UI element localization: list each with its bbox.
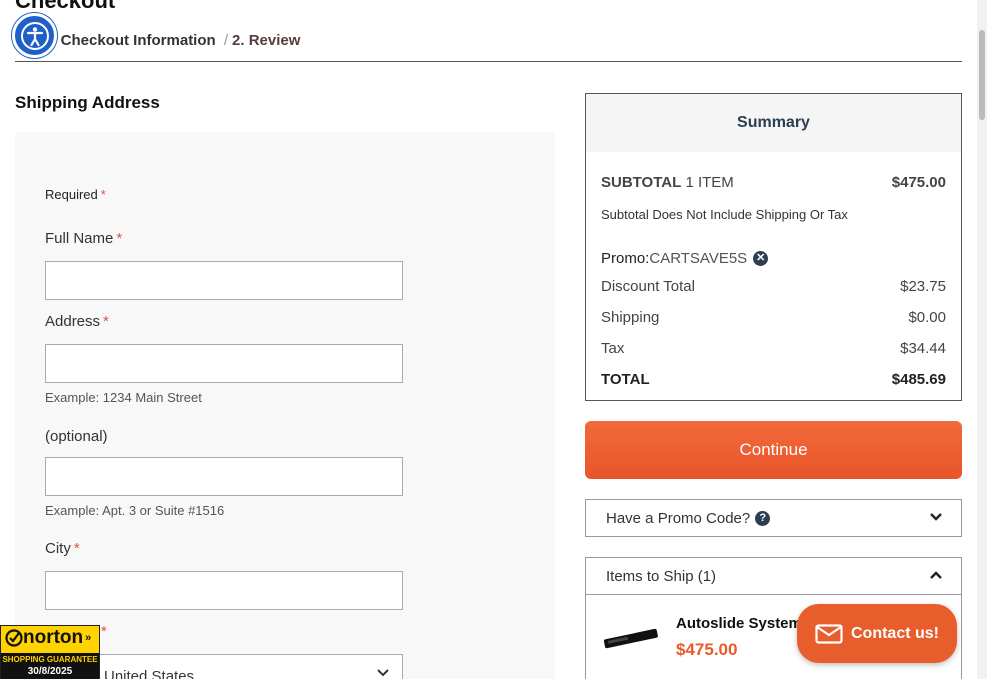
- order-summary: Summary SUBTOTAL 1 ITEM $475.00 Subtotal…: [585, 93, 962, 401]
- subtotal-row: SUBTOTAL 1 ITEM $475.00: [601, 174, 946, 191]
- subtotal-count: 1 ITEM: [685, 174, 734, 191]
- breadcrumb-step-1[interactable]: 1. Checkout Information: [44, 32, 216, 49]
- shipping-address-title: Shipping Address: [15, 93, 160, 112]
- breadcrumb-separator: /: [223, 32, 229, 49]
- address-hint: Example: 1234 Main Street: [45, 390, 202, 405]
- address2-input[interactable]: [45, 457, 403, 496]
- breadcrumb: 1. Checkout Information /2. Review: [44, 32, 300, 49]
- tax-value: $34.44: [900, 340, 946, 357]
- tax-label: Tax: [601, 340, 625, 357]
- contact-us-label: Contact us!: [851, 624, 939, 642]
- accessibility-button[interactable]: [12, 13, 57, 58]
- product-name[interactable]: Autoslide System: [676, 615, 802, 632]
- items-to-ship-accordion[interactable]: Items to Ship (1): [585, 557, 962, 595]
- address2-label: (optional): [45, 428, 108, 445]
- accessibility-icon: [20, 21, 49, 50]
- subtotal-note: Subtotal Does Not Include Shipping Or Ta…: [601, 207, 848, 222]
- norton-logo: norton»: [5, 627, 91, 649]
- shipping-label: Shipping: [601, 309, 660, 326]
- norton-brand: norton: [23, 627, 84, 648]
- shipping-value: $0.00: [908, 309, 946, 326]
- city-label-text: City: [45, 540, 71, 557]
- contact-us-button[interactable]: Contact us!: [797, 604, 957, 663]
- full-name-label: Full Name *: [45, 230, 122, 247]
- full-name-input[interactable]: [45, 261, 403, 300]
- subtotal-label: SUBTOTAL: [601, 174, 682, 191]
- address2-hint: Example: Apt. 3 or Suite #1516: [45, 503, 225, 518]
- chevron-down-icon: [930, 513, 942, 521]
- applied-promo: Promo: CARTSAVE5S ✕: [601, 250, 769, 267]
- discount-value: $23.75: [900, 278, 946, 295]
- required-star: *: [100, 187, 106, 202]
- scrollbar[interactable]: [977, 0, 987, 679]
- required-star: *: [103, 313, 109, 330]
- required-note: Required *: [45, 187, 106, 202]
- discount-row: Discount Total $23.75: [601, 278, 946, 295]
- norton-badge[interactable]: norton» SHOPPING GUARANTEE 30/8/2025: [0, 625, 100, 679]
- mail-icon: [815, 623, 843, 644]
- chevron-up-icon: [930, 571, 942, 579]
- norton-date: 30/8/2025: [1, 664, 99, 679]
- help-icon[interactable]: ?: [755, 510, 771, 526]
- discount-label: Discount Total: [601, 278, 695, 295]
- remove-promo-icon[interactable]: ✕: [753, 251, 769, 266]
- summary-title: Summary: [586, 94, 961, 152]
- continue-button[interactable]: Continue: [585, 421, 962, 479]
- promo-label: Promo:: [601, 250, 650, 267]
- required-star: *: [101, 623, 107, 640]
- address-label-text: Address: [45, 313, 101, 330]
- promo-code-accordion[interactable]: Have a Promo Code? ?: [585, 499, 962, 537]
- chevron-down-icon: [377, 669, 389, 677]
- address-label: Address *: [45, 313, 109, 330]
- city-input[interactable]: [45, 571, 403, 610]
- promo-accordion-label: Have a Promo Code?: [606, 509, 751, 527]
- required-star: *: [73, 540, 80, 557]
- checkmark-icon: [5, 629, 23, 647]
- header-divider: [15, 61, 962, 62]
- subtotal-value: $475.00: [891, 174, 946, 191]
- total-value: $485.69: [891, 371, 946, 388]
- required-text: Required: [45, 187, 98, 202]
- city-label: City *: [45, 540, 80, 557]
- product-price: $475.00: [676, 640, 738, 659]
- address-input[interactable]: [45, 344, 403, 383]
- page-title: Checkout: [15, 0, 116, 13]
- items-accordion-label: Items to Ship (1): [606, 567, 717, 585]
- product-image: [603, 628, 658, 649]
- tax-row: Tax $34.44: [601, 340, 946, 357]
- breadcrumb-step-2[interactable]: 2. Review: [232, 32, 300, 49]
- promo-code: CARTSAVE5S: [649, 250, 748, 267]
- total-label: TOTAL: [601, 371, 650, 388]
- shipping-row: Shipping $0.00: [601, 309, 946, 326]
- total-row: TOTAL $485.69: [601, 371, 946, 388]
- country-select-value: United States: [104, 668, 195, 679]
- scrollbar-thumb[interactable]: [979, 30, 985, 120]
- full-name-label-text: Full Name: [45, 230, 114, 247]
- required-star: *: [116, 230, 123, 247]
